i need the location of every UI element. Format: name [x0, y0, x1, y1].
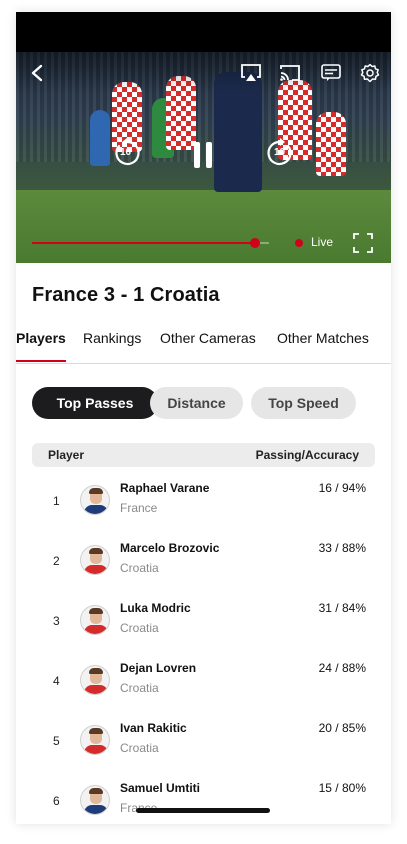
player-avatar [80, 605, 110, 635]
video-player[interactable]: 10 10 Live [16, 52, 391, 263]
match-title: France 3 - 1 Croatia [32, 284, 220, 306]
table-row[interactable]: 1 Raphael Varane France 16 / 94% [32, 471, 375, 531]
player-avatar [80, 545, 110, 575]
player-passing-accuracy: 20 / 85% [318, 721, 366, 735]
tab-other-matches[interactable]: Other Matches [277, 330, 369, 346]
airplay-icon[interactable] [240, 62, 262, 84]
status-bar [16, 12, 391, 52]
video-figure [316, 112, 346, 176]
cast-icon[interactable] [279, 62, 301, 84]
player-name: Samuel Umtiti [120, 781, 201, 795]
table-row[interactable]: 2 Marcelo Brozovic Croatia 33 / 88% [32, 531, 375, 591]
player-avatar [80, 485, 110, 515]
player-country: Croatia [120, 621, 159, 635]
filter-top-speed[interactable]: Top Speed [251, 387, 356, 419]
table-row[interactable]: 5 Ivan Rakitic Croatia 20 / 85% [32, 711, 375, 771]
player-passing-accuracy: 31 / 84% [318, 601, 366, 615]
table-row[interactable]: 4 Dejan Lovren Croatia 24 / 88% [32, 651, 375, 711]
forward-10-label: 10 [274, 147, 286, 158]
home-indicator [136, 808, 270, 813]
player-name: Ivan Rakitic [120, 721, 187, 735]
player-rank: 4 [53, 674, 60, 688]
video-pitch [16, 190, 391, 263]
player-country: France [120, 501, 158, 515]
player-passing-accuracy: 16 / 94% [318, 481, 366, 495]
fullscreen-icon[interactable] [352, 232, 374, 254]
column-header-player: Player [48, 448, 85, 462]
forward-10-icon[interactable]: 10 [265, 138, 295, 168]
player-name: Dejan Lovren [120, 661, 197, 675]
tab-other-cameras[interactable]: Other Cameras [160, 330, 256, 346]
player-country: Croatia [120, 681, 159, 695]
player-rank: 5 [53, 734, 60, 748]
player-passing-accuracy: 15 / 80% [318, 781, 366, 795]
player-avatar [80, 665, 110, 695]
live-indicator-dot [295, 239, 303, 247]
back-icon[interactable] [26, 62, 48, 84]
tab-players[interactable]: Players [16, 330, 66, 346]
live-label: Live [311, 235, 334, 249]
player-rank: 1 [53, 494, 60, 508]
captions-icon[interactable] [320, 62, 342, 84]
player-name: Marcelo Brozovic [120, 541, 220, 555]
video-scrubber-handle[interactable] [249, 238, 260, 248]
rewind-10-label: 10 [120, 147, 132, 158]
filter-distance[interactable]: Distance [150, 387, 243, 419]
tab-rankings[interactable]: Rankings [83, 330, 141, 346]
player-name: Raphael Varane [120, 481, 210, 495]
rewind-10-icon[interactable]: 10 [112, 138, 142, 168]
table-row[interactable]: 6Samuel UmtitiFrance15 / 80% [32, 771, 375, 824]
tab-bar: Players Rankings Other Cameras Other Mat… [16, 328, 391, 364]
video-figure [90, 110, 110, 166]
table-row[interactable]: 3 Luka Modric Croatia 31 / 84% [32, 591, 375, 651]
player-name: Luka Modric [120, 601, 191, 615]
video-progress-bar[interactable] [32, 238, 269, 248]
phone-screen: 10 10 Live France 3 - 1 Croatia Players … [16, 12, 391, 824]
pause-icon[interactable] [190, 140, 216, 170]
filter-top-passes[interactable]: Top Passes [32, 387, 158, 419]
table-header: Player Passing/Accuracy [32, 443, 375, 467]
player-avatar [80, 725, 110, 755]
player-passing-accuracy: 33 / 88% [318, 541, 366, 555]
player-country: Croatia [120, 741, 159, 755]
video-progress-fill [32, 242, 255, 244]
player-avatar [80, 785, 110, 815]
player-rank: 6 [53, 794, 60, 808]
active-tab-indicator [16, 360, 66, 362]
player-rank: 2 [53, 554, 60, 568]
settings-icon[interactable] [359, 62, 381, 84]
player-country: Croatia [120, 561, 159, 575]
player-rank: 3 [53, 614, 60, 628]
column-header-passing-accuracy: Passing/Accuracy [255, 448, 359, 462]
player-passing-accuracy: 24 / 88% [318, 661, 366, 675]
